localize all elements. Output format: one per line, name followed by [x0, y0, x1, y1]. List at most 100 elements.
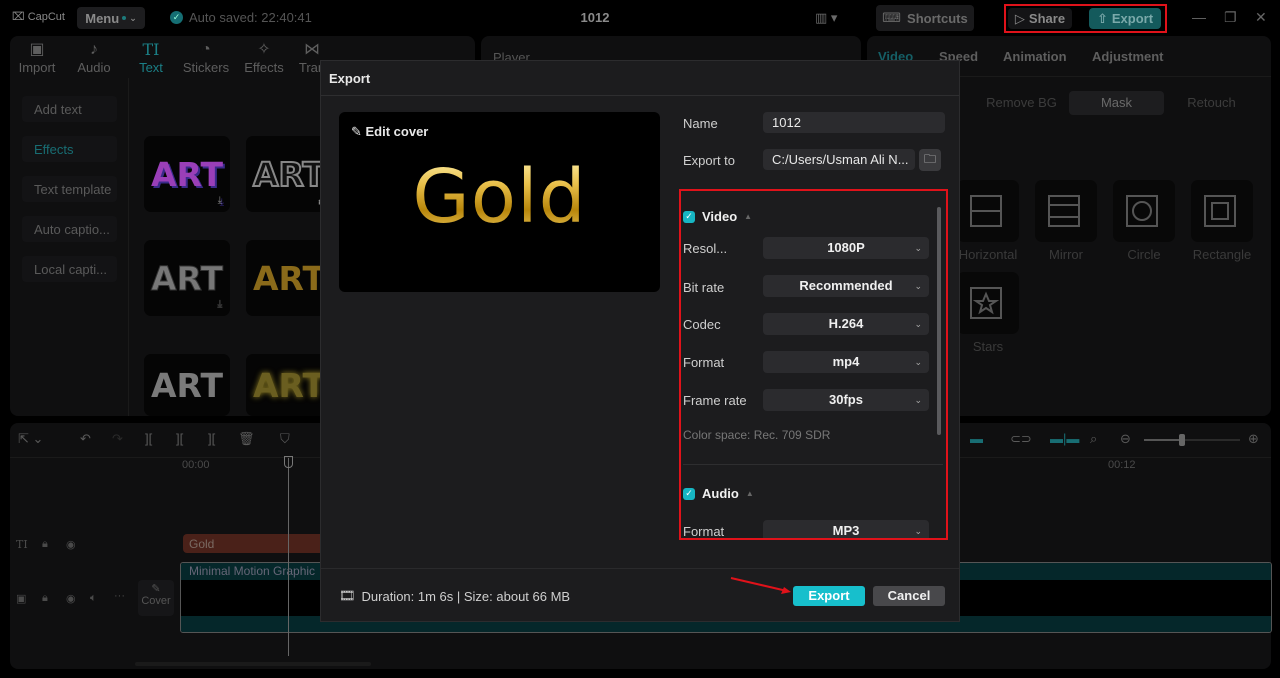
tab-adjustment[interactable]: Adjustment	[1092, 49, 1164, 64]
zoom-slider[interactable]	[1144, 434, 1240, 446]
duration-info: 🎞︎ Duration: 1m 6s | Size: about 66 MB	[339, 588, 571, 604]
audio-section-header[interactable]: ✓ Audio ▲	[683, 486, 754, 501]
category-add-text[interactable]: Add text	[22, 96, 117, 122]
tool-audio[interactable]: ♪ Audio	[70, 40, 118, 75]
marker-icon[interactable]: ⛉	[280, 431, 290, 447]
star-mask-icon	[970, 287, 1002, 319]
lock-icon[interactable]: 🔒︎	[42, 592, 48, 605]
dialog-title: Export	[329, 71, 371, 86]
eye-icon[interactable]: ◉	[66, 592, 76, 605]
codec-label: Codec	[683, 317, 721, 332]
panel-divider	[128, 78, 129, 416]
bitrate-select[interactable]: Recommended ⌄	[763, 275, 929, 297]
zoom-out-icon[interactable]: ⊖	[1120, 431, 1131, 447]
name-input[interactable]: 1012	[763, 112, 945, 133]
restore-icon[interactable]: ❐	[1224, 9, 1237, 26]
cover-button[interactable]: ✎ Cover	[138, 580, 174, 616]
playhead-handle[interactable]	[284, 456, 293, 468]
film-icon: 🎞︎	[339, 588, 356, 603]
link-icon[interactable]: ⊂⊃	[1010, 431, 1032, 447]
trim-right-icon[interactable]: ][	[208, 431, 215, 446]
delete-icon[interactable]: 🗑	[238, 431, 255, 447]
menu-button[interactable]: Menu ⌄	[77, 7, 145, 29]
more-icon[interactable]: ···	[114, 590, 125, 602]
close-icon[interactable]: ✕	[1255, 9, 1267, 26]
category-effects[interactable]: Effects	[22, 136, 117, 162]
mask-horizontal[interactable]	[957, 180, 1019, 242]
audio-checkbox[interactable]: ✓	[683, 487, 695, 500]
undo-icon[interactable]: ↶	[80, 431, 91, 447]
chevron-down-icon: ⌄	[129, 12, 137, 23]
footer-divider	[321, 568, 959, 569]
text-preset[interactable]: ART⤓	[144, 136, 230, 212]
annotation-arrow	[730, 577, 791, 594]
layout-icon[interactable]: ▥ ▾	[815, 10, 837, 26]
preview-axis-icon[interactable]: ⌕	[1090, 431, 1097, 447]
chevron-down-icon: ⌄	[914, 319, 922, 329]
magnet-icon[interactable]: ▬	[970, 431, 983, 446]
settings-scrollbar[interactable]	[937, 207, 941, 435]
minimize-icon[interactable]: —	[1192, 9, 1206, 25]
tool-effects[interactable]: ✧ Effects	[240, 40, 288, 75]
category-text-template[interactable]: Text template	[22, 176, 117, 202]
export-button-top[interactable]: ⇧ Export	[1089, 8, 1161, 29]
codec-select[interactable]: H.264 ⌄	[763, 313, 929, 335]
trim-left-icon[interactable]: ][	[176, 431, 183, 446]
project-title: 1012	[580, 10, 610, 25]
timeline-scrollbar[interactable]	[135, 662, 371, 666]
mask-mirror[interactable]	[1035, 180, 1097, 242]
edit-cover-button[interactable]: ✎ Edit cover	[351, 124, 428, 140]
stickers-icon: ◔	[201, 41, 211, 58]
resolution-select[interactable]: 1080P ⌄	[763, 237, 929, 259]
category-auto-captions[interactable]: Auto captio...	[22, 216, 117, 242]
folder-icon[interactable]: 🗀	[919, 149, 941, 171]
export-button[interactable]: Export	[793, 586, 865, 606]
redo-icon[interactable]: ↷	[112, 431, 123, 447]
text-preset[interactable]: ART⤓	[144, 240, 230, 316]
format-label: Format	[683, 355, 725, 370]
text-clip[interactable]: Gold	[183, 534, 343, 553]
mask-label: Rectangle	[1192, 247, 1252, 262]
time-mark: 00:12	[1108, 459, 1136, 471]
video-section-header[interactable]: ✓ Video ▲	[683, 209, 752, 224]
shortcuts-button[interactable]: ⌨ Shortcuts	[876, 5, 974, 31]
tool-stickers[interactable]: ◔ Stickers	[182, 40, 230, 75]
caret-up-icon: ▲	[745, 489, 754, 498]
mask-circle[interactable]	[1113, 180, 1175, 242]
category-local-captions[interactable]: Local capti...	[22, 256, 117, 282]
select-tool-icon[interactable]: ⇱ ⌄	[18, 431, 43, 447]
audio-format-select[interactable]: MP3 ⌄	[763, 520, 929, 538]
tab-animation[interactable]: Animation	[1003, 49, 1067, 64]
playhead[interactable]	[288, 458, 289, 656]
format-select[interactable]: mp4 ⌄	[763, 351, 929, 373]
capcut-logo: ⌧ CapCut	[12, 10, 65, 24]
mask-stars[interactable]	[957, 272, 1019, 334]
video-checkbox[interactable]: ✓	[683, 210, 695, 223]
subtab-remove-bg[interactable]: Remove BG	[974, 91, 1069, 115]
lock-icon[interactable]: 🔒︎	[42, 538, 48, 551]
name-label: Name	[683, 116, 718, 131]
zoom-slider-thumb[interactable]	[1179, 434, 1186, 446]
capcut-logo-icon: ⌧	[12, 11, 25, 23]
subtab-retouch[interactable]: Retouch	[1164, 91, 1259, 115]
chevron-down-icon: ⌄	[914, 526, 922, 536]
eye-icon[interactable]: ◉	[66, 538, 76, 551]
circle-mask-icon	[1126, 195, 1158, 227]
tool-import[interactable]: ▣ Import	[13, 40, 61, 75]
share-button[interactable]: ▷ Share	[1008, 8, 1072, 29]
tool-text[interactable]: TI Text	[127, 40, 175, 75]
framerate-select[interactable]: 30fps ⌄	[763, 389, 929, 411]
zoom-in-icon[interactable]: ⊕	[1248, 431, 1259, 447]
cancel-button[interactable]: Cancel	[873, 586, 945, 606]
text-track-icon: TI	[16, 538, 28, 551]
snap-icon[interactable]: ▬|▬	[1050, 431, 1079, 446]
section-divider	[683, 464, 943, 465]
export-path-input[interactable]: C:/Users/Usman Ali N...	[763, 149, 915, 170]
volume-icon[interactable]: 🔈︎	[90, 592, 97, 605]
split-icon[interactable]: ][	[145, 431, 152, 446]
mask-rectangle[interactable]	[1191, 180, 1253, 242]
subtab-mask[interactable]: Mask	[1069, 91, 1164, 115]
cover-preview[interactable]: ✎ Edit cover Gold	[339, 112, 660, 292]
pencil-icon: ✎	[351, 124, 366, 139]
text-preset[interactable]: ART	[144, 354, 230, 416]
